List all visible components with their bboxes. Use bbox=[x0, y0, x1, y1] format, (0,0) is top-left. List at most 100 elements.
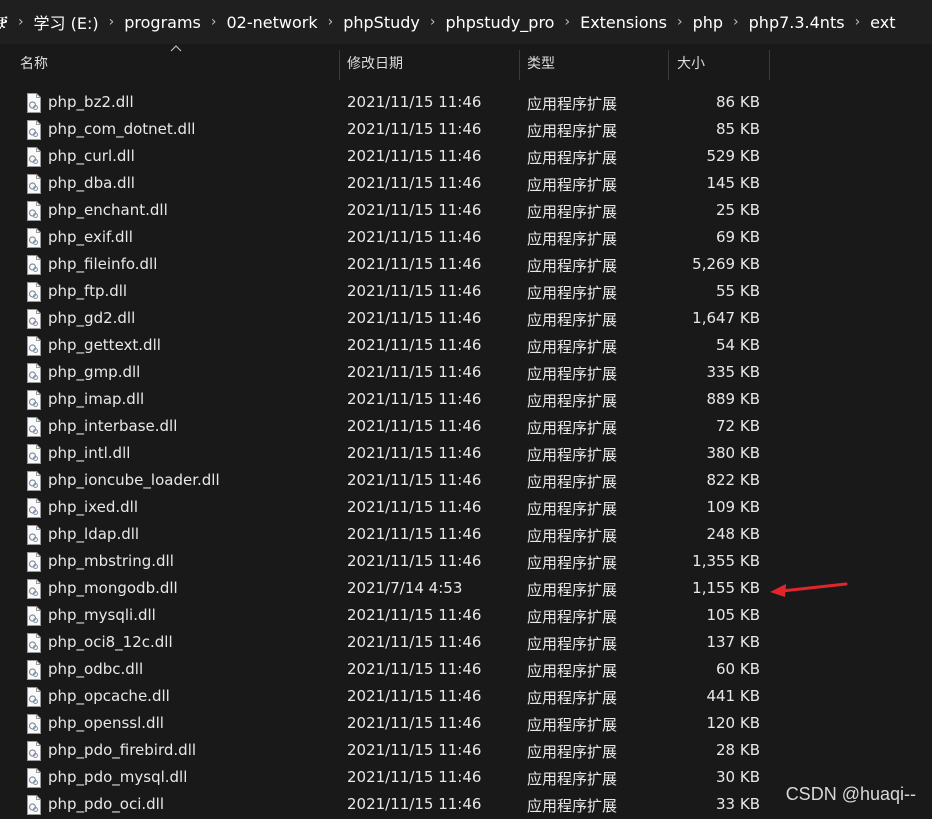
column-header-type[interactable]: 类型 bbox=[527, 44, 555, 82]
sort-ascending-icon[interactable] bbox=[170, 44, 182, 54]
file-row[interactable]: php_bz2.dll 2021/11/15 11:46 应用程序扩展 86 KB bbox=[0, 89, 932, 116]
column-divider[interactable] bbox=[339, 50, 340, 80]
file-type: 应用程序扩展 bbox=[527, 365, 618, 383]
file-row[interactable]: php_gd2.dll 2021/11/15 11:46 应用程序扩展 1,647 K… bbox=[0, 305, 932, 332]
file-type: 应用程序扩展 bbox=[527, 230, 618, 248]
file-name: php_curl.dll bbox=[48, 147, 135, 165]
dll-file-icon bbox=[26, 228, 42, 248]
file-row[interactable]: php_gmp.dll 2021/11/15 11:46 应用程序扩展 335 KB bbox=[0, 359, 932, 386]
column-divider[interactable] bbox=[769, 50, 770, 80]
breadcrumb-item[interactable]: ቛ bbox=[0, 12, 13, 32]
file-row[interactable]: php_ioncube_loader.dll 2021/11/15 11:46 应用… bbox=[0, 467, 932, 494]
file-list: php_bz2.dll 2021/11/15 11:46 应用程序扩展 86 KB ph… bbox=[0, 89, 932, 818]
file-row[interactable]: php_odbc.dll 2021/11/15 11:46 应用程序扩展 60 KB bbox=[0, 656, 932, 683]
file-size: 69 KB bbox=[716, 228, 760, 246]
dll-file-icon bbox=[26, 741, 42, 761]
file-name: php_intl.dll bbox=[48, 444, 131, 462]
breadcrumb-separator-icon[interactable]: › bbox=[672, 14, 688, 30]
file-type: 应用程序扩展 bbox=[527, 608, 618, 626]
file-name: php_interbase.dll bbox=[48, 417, 178, 435]
file-name: php_odbc.dll bbox=[48, 660, 144, 678]
file-size: 335 KB bbox=[706, 363, 760, 381]
file-row[interactable]: php_pdo_firebird.dll 2021/11/15 11:46 应用程序… bbox=[0, 737, 932, 764]
breadcrumb-item[interactable]: programs bbox=[119, 13, 206, 32]
dll-file-icon bbox=[26, 120, 42, 140]
file-row[interactable]: php_mysqli.dll 2021/11/15 11:46 应用程序扩展 105 … bbox=[0, 602, 932, 629]
file-name: php_openssl.dll bbox=[48, 714, 164, 732]
dll-file-icon bbox=[26, 471, 42, 491]
breadcrumb-separator-icon[interactable]: › bbox=[206, 14, 222, 30]
file-modified-date: 2021/7/14 4:53 bbox=[347, 579, 463, 597]
file-row[interactable]: php_gettext.dll 2021/11/15 11:46 应用程序扩展 54 … bbox=[0, 332, 932, 359]
file-type: 应用程序扩展 bbox=[527, 689, 618, 707]
file-modified-date: 2021/11/15 11:46 bbox=[347, 93, 482, 111]
file-row[interactable]: php_exif.dll 2021/11/15 11:46 应用程序扩展 69 KB bbox=[0, 224, 932, 251]
column-header-name[interactable]: 名称 bbox=[20, 44, 48, 82]
file-type: 应用程序扩展 bbox=[527, 338, 618, 356]
file-row[interactable]: php_fileinfo.dll 2021/11/15 11:46 应用程序扩展 5,… bbox=[0, 251, 932, 278]
file-modified-date: 2021/11/15 11:46 bbox=[347, 363, 482, 381]
file-type: 应用程序扩展 bbox=[527, 473, 618, 491]
breadcrumb-item[interactable]: phpstudy_pro bbox=[440, 13, 559, 32]
file-modified-date: 2021/11/15 11:46 bbox=[347, 255, 482, 273]
breadcrumb-separator-icon[interactable]: › bbox=[728, 14, 744, 30]
file-name: php_mysqli.dll bbox=[48, 606, 156, 624]
breadcrumb: ቛ › 学习 (E:) › programs › 02-network › phpStudy › p… bbox=[0, 0, 932, 44]
file-type: 应用程序扩展 bbox=[527, 149, 618, 167]
file-type: 应用程序扩展 bbox=[527, 662, 618, 680]
file-row[interactable]: php_mbstring.dll 2021/11/15 11:46 应用程序扩展 1,… bbox=[0, 548, 932, 575]
file-row[interactable]: php_ftp.dll 2021/11/15 11:46 应用程序扩展 55 KB bbox=[0, 278, 932, 305]
file-type: 应用程序扩展 bbox=[527, 743, 618, 761]
file-modified-date: 2021/11/15 11:46 bbox=[347, 147, 482, 165]
file-type: 应用程序扩展 bbox=[527, 770, 618, 788]
breadcrumb-item[interactable]: 学习 (E:) bbox=[29, 10, 104, 34]
file-row[interactable]: php_intl.dll 2021/11/15 11:46 应用程序扩展 380 KB bbox=[0, 440, 932, 467]
breadcrumb-item[interactable]: 02-network bbox=[221, 13, 322, 32]
breadcrumb-separator-icon[interactable]: › bbox=[850, 14, 866, 30]
file-row[interactable]: php_interbase.dll 2021/11/15 11:46 应用程序扩展 7… bbox=[0, 413, 932, 440]
dll-file-icon bbox=[26, 714, 42, 734]
breadcrumb-item[interactable]: phpStudy bbox=[338, 13, 425, 32]
file-type: 应用程序扩展 bbox=[527, 257, 618, 275]
file-size: 145 KB bbox=[706, 174, 760, 192]
column-header-date[interactable]: 修改日期 bbox=[347, 44, 403, 82]
dll-file-icon bbox=[26, 282, 42, 302]
breadcrumb-item[interactable]: Extensions bbox=[575, 13, 672, 32]
breadcrumb-item[interactable]: php bbox=[688, 13, 728, 32]
breadcrumb-separator-icon[interactable]: › bbox=[559, 14, 575, 30]
dll-file-icon bbox=[26, 633, 42, 653]
file-row[interactable]: php_dba.dll 2021/11/15 11:46 应用程序扩展 145 KB bbox=[0, 170, 932, 197]
file-size: 1,355 KB bbox=[692, 552, 760, 570]
file-row[interactable]: php_ldap.dll 2021/11/15 11:46 应用程序扩展 248 KB bbox=[0, 521, 932, 548]
file-name: php_bz2.dll bbox=[48, 93, 134, 111]
file-row[interactable]: php_imap.dll 2021/11/15 11:46 应用程序扩展 889 KB bbox=[0, 386, 932, 413]
file-row[interactable]: php_ixed.dll 2021/11/15 11:46 应用程序扩展 109 KB bbox=[0, 494, 932, 521]
file-type: 应用程序扩展 bbox=[527, 797, 618, 815]
column-header-bar: 名称 修改日期 类型 大小 bbox=[0, 44, 932, 82]
column-divider[interactable] bbox=[519, 50, 520, 80]
breadcrumb-separator-icon[interactable]: › bbox=[13, 14, 29, 30]
file-row[interactable]: php_openssl.dll 2021/11/15 11:46 应用程序扩展 120… bbox=[0, 710, 932, 737]
breadcrumb-separator-icon[interactable]: › bbox=[323, 14, 339, 30]
breadcrumb-item[interactable]: ext bbox=[865, 13, 900, 32]
column-divider[interactable] bbox=[668, 50, 669, 80]
file-size: 822 KB bbox=[706, 471, 760, 489]
file-row[interactable]: php_enchant.dll 2021/11/15 11:46 应用程序扩展 25 … bbox=[0, 197, 932, 224]
file-type: 应用程序扩展 bbox=[527, 95, 618, 113]
file-modified-date: 2021/11/15 11:46 bbox=[347, 201, 482, 219]
file-row[interactable]: php_curl.dll 2021/11/15 11:46 应用程序扩展 529 KB bbox=[0, 143, 932, 170]
file-name: php_pdo_mysql.dll bbox=[48, 768, 188, 786]
breadcrumb-item[interactable]: php7.3.4nts bbox=[744, 13, 850, 32]
breadcrumb-separator-icon[interactable]: › bbox=[425, 14, 441, 30]
column-header-size[interactable]: 大小 bbox=[677, 44, 705, 82]
breadcrumb-separator-icon[interactable]: › bbox=[104, 14, 120, 30]
file-type: 应用程序扩展 bbox=[527, 554, 618, 572]
file-row[interactable]: php_com_dotnet.dll 2021/11/15 11:46 应用程序扩展… bbox=[0, 116, 932, 143]
file-row[interactable]: php_opcache.dll 2021/11/15 11:46 应用程序扩展 441… bbox=[0, 683, 932, 710]
dll-file-icon bbox=[26, 498, 42, 518]
file-row[interactable]: php_oci8_12c.dll 2021/11/15 11:46 应用程序扩展 13… bbox=[0, 629, 932, 656]
dll-file-icon bbox=[26, 255, 42, 275]
file-type: 应用程序扩展 bbox=[527, 392, 618, 410]
file-modified-date: 2021/11/15 11:46 bbox=[347, 174, 482, 192]
file-size: 5,269 KB bbox=[692, 255, 760, 273]
